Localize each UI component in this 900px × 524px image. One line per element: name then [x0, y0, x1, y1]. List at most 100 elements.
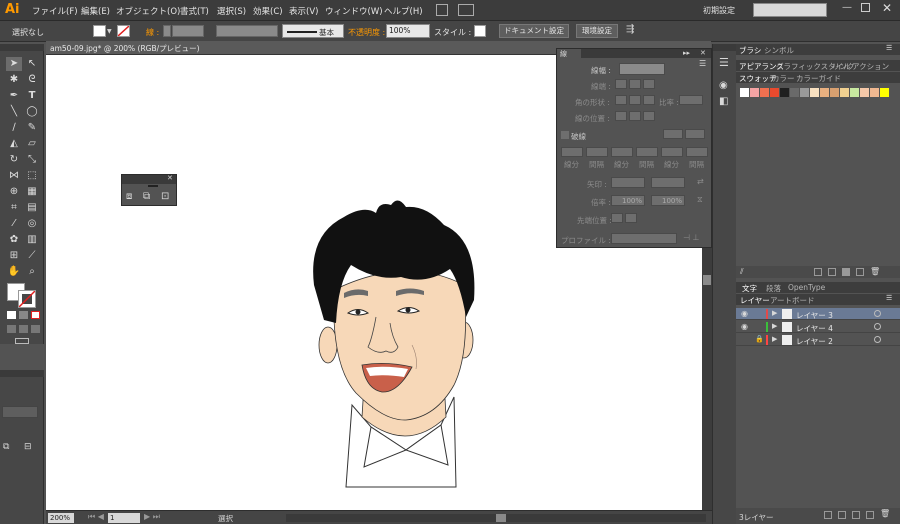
magic-wand-tool-icon[interactable]: ✱ — [6, 73, 22, 87]
butt-cap-button[interactable] — [615, 79, 627, 89]
panel-menu-icon[interactable]: ☰ — [886, 294, 892, 302]
swatch[interactable] — [870, 88, 879, 97]
vertical-scroll-thumb[interactable] — [703, 275, 711, 285]
gradient-mode-icon[interactable] — [19, 311, 28, 319]
expand-layer-icon[interactable]: ▶ — [772, 335, 777, 343]
link-scale-icon[interactable]: ⧖ — [697, 195, 703, 205]
fill-swatch[interactable] — [93, 25, 106, 37]
preserve-dash-button[interactable] — [663, 129, 683, 139]
align-center-button[interactable] — [615, 111, 627, 121]
close-icon[interactable]: ✕ — [700, 49, 706, 57]
line-tool-icon[interactable]: ╲ — [6, 105, 22, 119]
swatch[interactable] — [810, 88, 819, 97]
menu-window[interactable]: ウィンドウ(W) — [325, 5, 383, 17]
stroke-color-icon[interactable] — [18, 290, 36, 308]
blend-tool-icon[interactable]: ◎ — [24, 217, 40, 231]
tab-layers[interactable]: レイヤー — [740, 295, 770, 306]
limit-input[interactable] — [679, 95, 703, 105]
perspective-grid-tool-icon[interactable]: ▦ — [24, 185, 40, 199]
paintbrush-tool-icon[interactable]: ∕ — [6, 121, 22, 135]
search-input[interactable] — [753, 3, 827, 17]
first-artboard-icon[interactable]: ⏮ ◀ — [88, 512, 104, 522]
bevel-join-button[interactable] — [643, 95, 655, 105]
workspace-switcher[interactable]: 初期設定 — [703, 5, 735, 16]
ellipse-tool-icon[interactable]: ◯ — [24, 105, 40, 119]
arrow-tip-end-button[interactable] — [625, 213, 637, 223]
delete-layer-icon[interactable]: 🗑 — [880, 509, 890, 518]
eraser-tool-icon[interactable]: ▱ — [24, 137, 40, 151]
delete-swatch-icon[interactable]: 🗑 — [870, 267, 880, 276]
new-layer-icon[interactable] — [866, 511, 874, 519]
draw-normal-icon[interactable] — [7, 325, 16, 333]
stroke-weight-input[interactable] — [619, 63, 665, 75]
panel-menu-icon[interactable]: ☰ — [886, 44, 892, 52]
eyedropper-tool-icon[interactable]: ⁄ — [6, 217, 22, 231]
gradient-tool-icon[interactable]: ▤ — [24, 201, 40, 215]
column-graph-tool-icon[interactable]: ▥ — [24, 233, 40, 247]
symbol-sprayer-tool-icon[interactable]: ✿ — [6, 233, 22, 247]
swatch[interactable] — [820, 88, 829, 97]
square-cap-button[interactable] — [643, 79, 655, 89]
menu-effect[interactable]: 効果(C) — [253, 5, 283, 17]
menu-object[interactable]: オブジェクト(O) — [116, 5, 180, 17]
new-swatch-icon[interactable] — [856, 268, 864, 276]
tab-symbols[interactable]: シンボル — [764, 45, 794, 56]
lasso-tool-icon[interactable]: ᘓ — [24, 73, 40, 87]
show-kinds-icon[interactable] — [814, 268, 822, 276]
shape-builder-tool-icon[interactable]: ⊕ — [6, 185, 22, 199]
preferences-button[interactable]: 環境設定 — [576, 24, 618, 38]
layer-row[interactable]: ◉ ▶ レイヤー 3 — [736, 308, 900, 320]
expand-layer-icon[interactable]: ▶ — [772, 309, 777, 317]
tab-brushes[interactable]: ブラシ — [739, 45, 761, 56]
swap-arrowheads-icon[interactable]: ⇄ — [697, 177, 704, 186]
align-dash-button[interactable] — [685, 129, 705, 139]
slice-tool-icon[interactable]: ⟋ — [24, 249, 40, 263]
dash-1-input[interactable] — [561, 147, 583, 157]
stroke-label[interactable]: 線 : — [146, 27, 159, 38]
new-sublayer-icon[interactable] — [852, 511, 860, 519]
document-setup-button[interactable]: ドキュメント設定 — [499, 24, 569, 38]
selection-tool-icon[interactable]: ➤ — [6, 57, 22, 71]
free-transform-tool-icon[interactable]: ⬚ — [24, 169, 40, 183]
collapse-panel-icon[interactable]: ▸▸ — [683, 49, 690, 57]
stack-icon[interactable]: ⧉ — [143, 191, 150, 202]
tab-color[interactable]: カラー — [772, 73, 795, 84]
pencil-tool-icon[interactable]: ✎ — [24, 121, 40, 135]
end-scale-input[interactable]: 100% — [651, 195, 685, 206]
stroke-weight-field[interactable] — [172, 25, 204, 37]
lock-icon[interactable]: 🔒 — [755, 335, 764, 343]
screen-mode-icon[interactable] — [15, 338, 29, 344]
direct-selection-tool-icon[interactable]: ↖ — [24, 57, 40, 71]
round-cap-button[interactable] — [629, 79, 641, 89]
stroke-panel-tab[interactable]: 線 — [557, 49, 581, 58]
swatch[interactable] — [830, 88, 839, 97]
visibility-eye-icon[interactable]: ◉ — [741, 309, 748, 318]
draw-behind-icon[interactable] — [19, 325, 28, 333]
align-options-icon[interactable]: ⇶ — [626, 24, 634, 35]
close-icon[interactable]: ✕ — [882, 1, 892, 15]
round-join-button[interactable] — [629, 95, 641, 105]
menu-type[interactable]: 書式(T) — [180, 5, 209, 17]
width-tool-icon[interactable]: ⋈ — [6, 169, 22, 183]
rotate-tool-icon[interactable]: ↻ — [6, 153, 22, 167]
transform-icon[interactable]: ⧈ — [126, 191, 132, 202]
gap-3-input[interactable] — [686, 147, 708, 157]
swatch[interactable] — [760, 88, 769, 97]
target-circle-icon[interactable] — [874, 323, 881, 330]
graphic-style-swatch[interactable] — [474, 25, 486, 37]
tab-paragraph[interactable]: 段落 — [766, 283, 781, 294]
start-arrowhead-dropdown[interactable] — [611, 177, 645, 188]
new-color-group-icon[interactable] — [842, 268, 850, 276]
draw-inside-icon[interactable] — [31, 325, 40, 333]
layer-row[interactable]: 🔒 ▶ レイヤー 2 — [736, 334, 900, 346]
layer-row[interactable]: ◉ ▶ レイヤー 4 — [736, 321, 900, 333]
align-outside-button[interactable] — [643, 111, 655, 121]
profile-dropdown[interactable] — [611, 233, 677, 244]
stroke-panel-icon[interactable]: ☰ — [719, 56, 729, 69]
swatch-library-icon[interactable]: ⫽ — [740, 267, 744, 277]
appearance-panel-icon[interactable]: ◉ — [719, 80, 728, 91]
maximize-icon[interactable] — [861, 3, 870, 12]
tab-swatches[interactable]: スウォッチ — [739, 73, 777, 84]
target-circle-icon[interactable] — [874, 310, 881, 317]
tab-color-guide[interactable]: カラーガイド — [796, 73, 841, 84]
